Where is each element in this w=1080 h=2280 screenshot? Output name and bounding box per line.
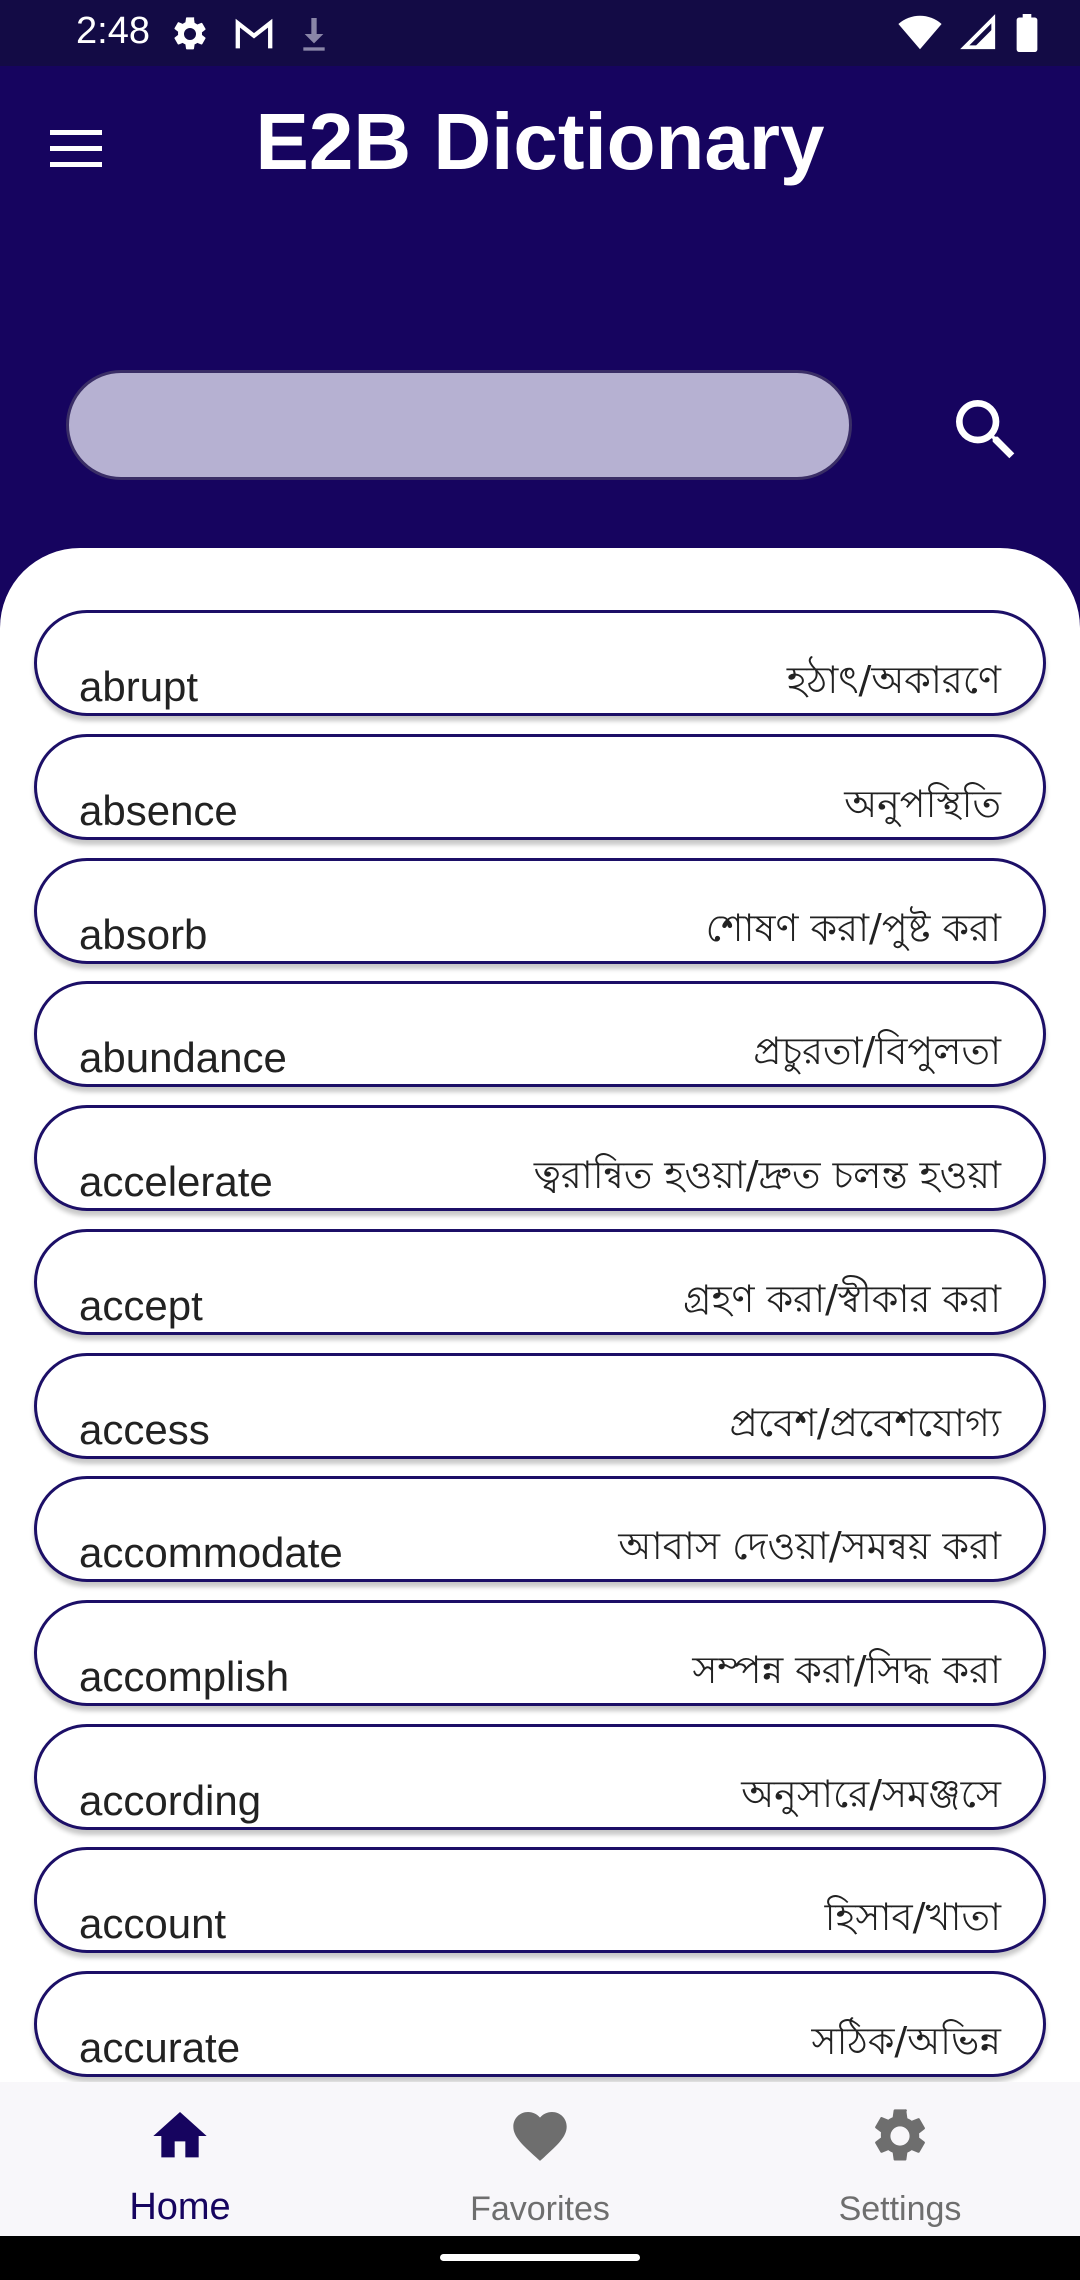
word-card-accept[interactable]: accept গ্রহণ করা/স্বীকার করা bbox=[34, 1229, 1046, 1335]
word-english: accomplish bbox=[79, 1653, 290, 1700]
word-bengali: আবাস দেওয়া/সমন্বয় করা bbox=[618, 1524, 1001, 1568]
word-card-according[interactable]: according অনুসারে/সমঞ্জসে bbox=[34, 1724, 1046, 1830]
word-english: abundance bbox=[79, 1034, 287, 1081]
battery-icon bbox=[1016, 14, 1038, 52]
word-card-absence[interactable]: absence অনুপস্থিতি bbox=[34, 734, 1046, 840]
word-bengali: প্রবেশ/প্রবেশযোগ্য bbox=[729, 1401, 1001, 1445]
gear-icon bbox=[875, 2109, 925, 2161]
download-icon bbox=[303, 18, 325, 51]
nav-settings-label: Settings bbox=[838, 2190, 962, 2228]
search-input[interactable] bbox=[66, 370, 852, 480]
word-card-accomplish[interactable]: accomplish সম্পন্ন করা/সিদ্ধ করা bbox=[34, 1600, 1046, 1706]
word-english: absence bbox=[79, 787, 238, 834]
word-card-absorb[interactable]: absorb শোষণ করা/পুষ্ট করা bbox=[34, 858, 1046, 964]
word-english: accept bbox=[79, 1282, 203, 1329]
word-bengali: অনুপস্থিতি bbox=[844, 782, 1001, 826]
settings-icon bbox=[174, 17, 206, 50]
word-english: accurate bbox=[79, 2024, 241, 2071]
system-navigation-bar bbox=[0, 2236, 1080, 2280]
word-card-abundance[interactable]: abundance প্রচুরতা/বিপুলতা bbox=[34, 981, 1046, 1087]
word-english: access bbox=[79, 1406, 210, 1453]
home-icon bbox=[153, 2112, 207, 2158]
word-english: accelerate bbox=[79, 1158, 273, 1205]
nav-home[interactable]: Home bbox=[0, 2082, 360, 2236]
word-english: account bbox=[79, 1900, 227, 1947]
word-bengali: অনুসারে/সমঞ্জসে bbox=[741, 1772, 1001, 1816]
signal-icon bbox=[960, 14, 996, 50]
word-english: abrupt bbox=[79, 663, 199, 710]
word-card-accurate[interactable]: accurate সঠিক/অভিন্ন bbox=[34, 1971, 1046, 2077]
heart-icon bbox=[513, 2112, 567, 2161]
status-time: 2:48 bbox=[76, 10, 150, 52]
word-card-accelerate[interactable]: accelerate ত্বরান্বিত হওয়া/দ্রুত চলন্ত … bbox=[34, 1105, 1046, 1211]
word-card-account[interactable]: account হিসাব/খাতা bbox=[34, 1847, 1046, 1953]
bottom-navigation: Home Favorites Settings bbox=[0, 2082, 1080, 2236]
word-list-panel[interactable]: abrupt হঠাৎ/অকারণে absence অনুপস্থিতি ab… bbox=[0, 548, 1080, 2082]
nav-favorites[interactable]: Favorites bbox=[360, 2082, 720, 2236]
status-icons-left bbox=[170, 14, 330, 54]
app-bar: E2B Dictionary bbox=[0, 66, 1080, 216]
nav-favorites-label: Favorites bbox=[470, 2190, 610, 2228]
gmail-icon bbox=[235, 18, 273, 49]
search-icon[interactable] bbox=[946, 390, 1026, 470]
word-bengali: গ্রহণ করা/স্বীকার করা bbox=[683, 1277, 1001, 1321]
app-title: E2B Dictionary bbox=[255, 97, 825, 186]
word-bengali: সঠিক/অভিন্ন bbox=[811, 2019, 1001, 2063]
status-icons-right bbox=[898, 14, 1038, 52]
word-english: according bbox=[79, 1777, 262, 1824]
word-english: accommodate bbox=[79, 1529, 343, 1576]
word-english: absorb bbox=[79, 911, 208, 958]
word-bengali: সম্পন্ন করা/সিদ্ধ করা bbox=[692, 1648, 1001, 1692]
home-indicator[interactable] bbox=[440, 2254, 640, 2261]
wifi-icon bbox=[898, 15, 942, 50]
word-bengali: ত্বরান্বিত হওয়া/দ্রুত চলন্ত হওয়া bbox=[533, 1153, 1001, 1197]
word-card-accommodate[interactable]: accommodate আবাস দেওয়া/সমন্বয় করা bbox=[34, 1476, 1046, 1582]
word-bengali: প্রচুরতা/বিপুলতা bbox=[753, 1029, 1001, 1073]
status-bar: 2:48 bbox=[0, 0, 1080, 66]
nav-home-label: Home bbox=[129, 2186, 231, 2228]
word-card-abrupt[interactable]: abrupt হঠাৎ/অকারণে bbox=[34, 610, 1046, 716]
word-bengali: হিসাব/খাতা bbox=[824, 1895, 1001, 1939]
word-bengali: হঠাৎ/অকারণে bbox=[786, 658, 1001, 702]
word-bengali: শোষণ করা/পুষ্ট করা bbox=[705, 906, 1001, 950]
word-card-access[interactable]: access প্রবেশ/প্রবেশযোগ্য bbox=[34, 1353, 1046, 1459]
nav-settings[interactable]: Settings bbox=[720, 2082, 1080, 2236]
